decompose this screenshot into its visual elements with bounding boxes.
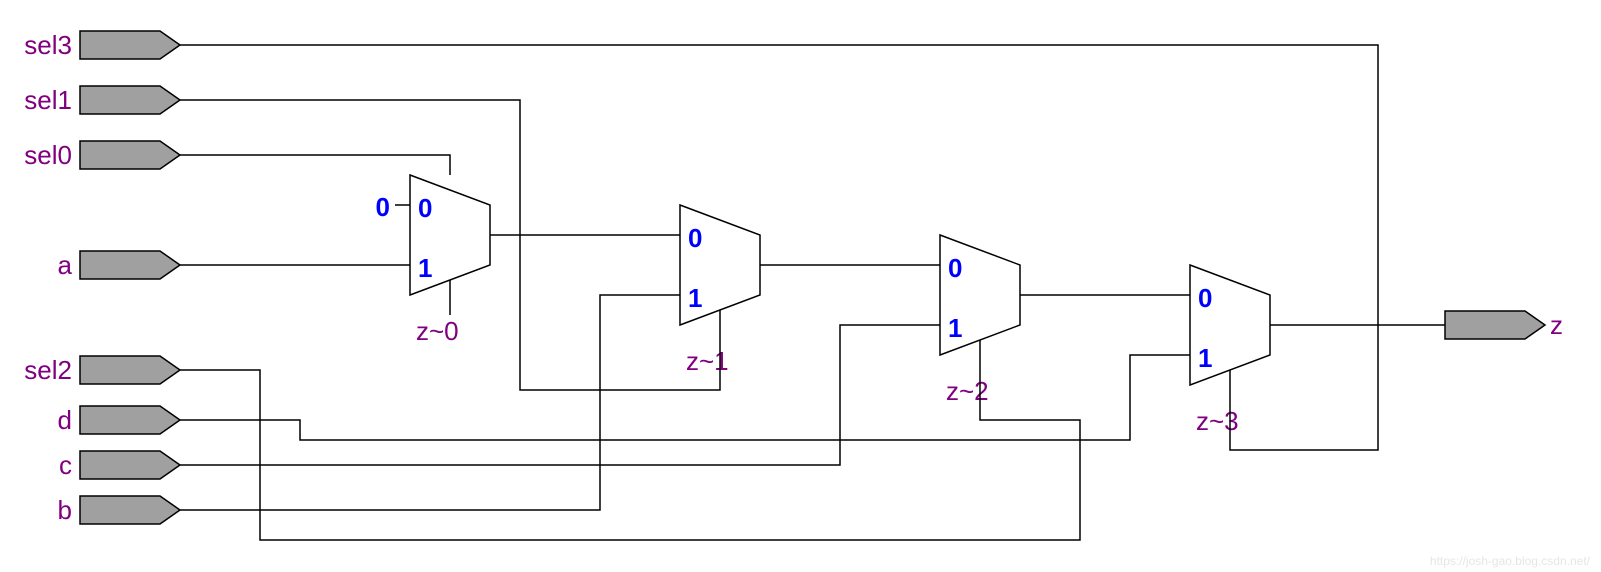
mux-z0-in0-label: 0 — [418, 193, 432, 223]
input-pin-sel0: sel0 — [24, 140, 180, 170]
label-a: a — [58, 250, 73, 280]
wire-c-to-z2-in1 — [180, 325, 925, 465]
mux-z1-name: z~1 — [686, 346, 729, 376]
label-sel0: sel0 — [24, 140, 72, 170]
watermark: https://josh-gao.blog.csdn.net/ — [1430, 554, 1591, 568]
mux-z3-in1-label: 1 — [1198, 343, 1212, 373]
wire-sel0-to-z0-sel-final — [180, 155, 450, 175]
label-sel2: sel2 — [24, 355, 72, 385]
label-sel3: sel3 — [24, 30, 72, 60]
mux-z1-in0-label: 0 — [688, 223, 702, 253]
mux-z3-in0-label: 0 — [1198, 283, 1212, 313]
input-pin-a: a — [58, 250, 180, 280]
wire-sel3-to-z3-sel — [180, 45, 1378, 450]
wire-sel2-to-z2-sel — [180, 370, 1080, 540]
mux-z0-const0: 0 — [376, 192, 390, 222]
label-b: b — [58, 495, 72, 525]
mux-z2-in0-label: 0 — [948, 253, 962, 283]
label-sel1: sel1 — [24, 85, 72, 115]
input-pin-sel1: sel1 — [24, 85, 180, 115]
output-pin-z: z — [1445, 310, 1563, 340]
label-d: d — [58, 405, 72, 435]
input-pin-c: c — [59, 450, 180, 480]
mux-z2-name: z~2 — [946, 376, 989, 406]
mux-z2-in1-label: 1 — [948, 313, 962, 343]
mux-z0-in1-label: 1 — [418, 253, 432, 283]
mux-z0-name: z~0 — [416, 316, 459, 346]
schematic-diagram: sel3 sel1 sel0 a sel2 d c b 0 1 z~0 — [0, 0, 1601, 572]
mux-z2: 0 1 z~2 — [925, 235, 1020, 406]
mux-z1: 0 1 z~1 — [665, 205, 760, 376]
label-z: z — [1550, 310, 1563, 340]
mux-z1-in1-label: 1 — [688, 283, 702, 313]
mux-z0: 0 1 z~0 0 — [376, 175, 490, 346]
input-pin-sel3: sel3 — [24, 30, 180, 60]
input-pin-b: b — [58, 495, 180, 525]
mux-z3-name: z~3 — [1196, 406, 1239, 436]
input-pin-sel2: sel2 — [24, 355, 180, 385]
mux-z3: 0 1 z~3 — [1175, 265, 1270, 436]
label-c: c — [59, 450, 72, 480]
input-pin-d: d — [58, 405, 180, 435]
wire-d-to-z3-in1 — [180, 355, 1175, 440]
